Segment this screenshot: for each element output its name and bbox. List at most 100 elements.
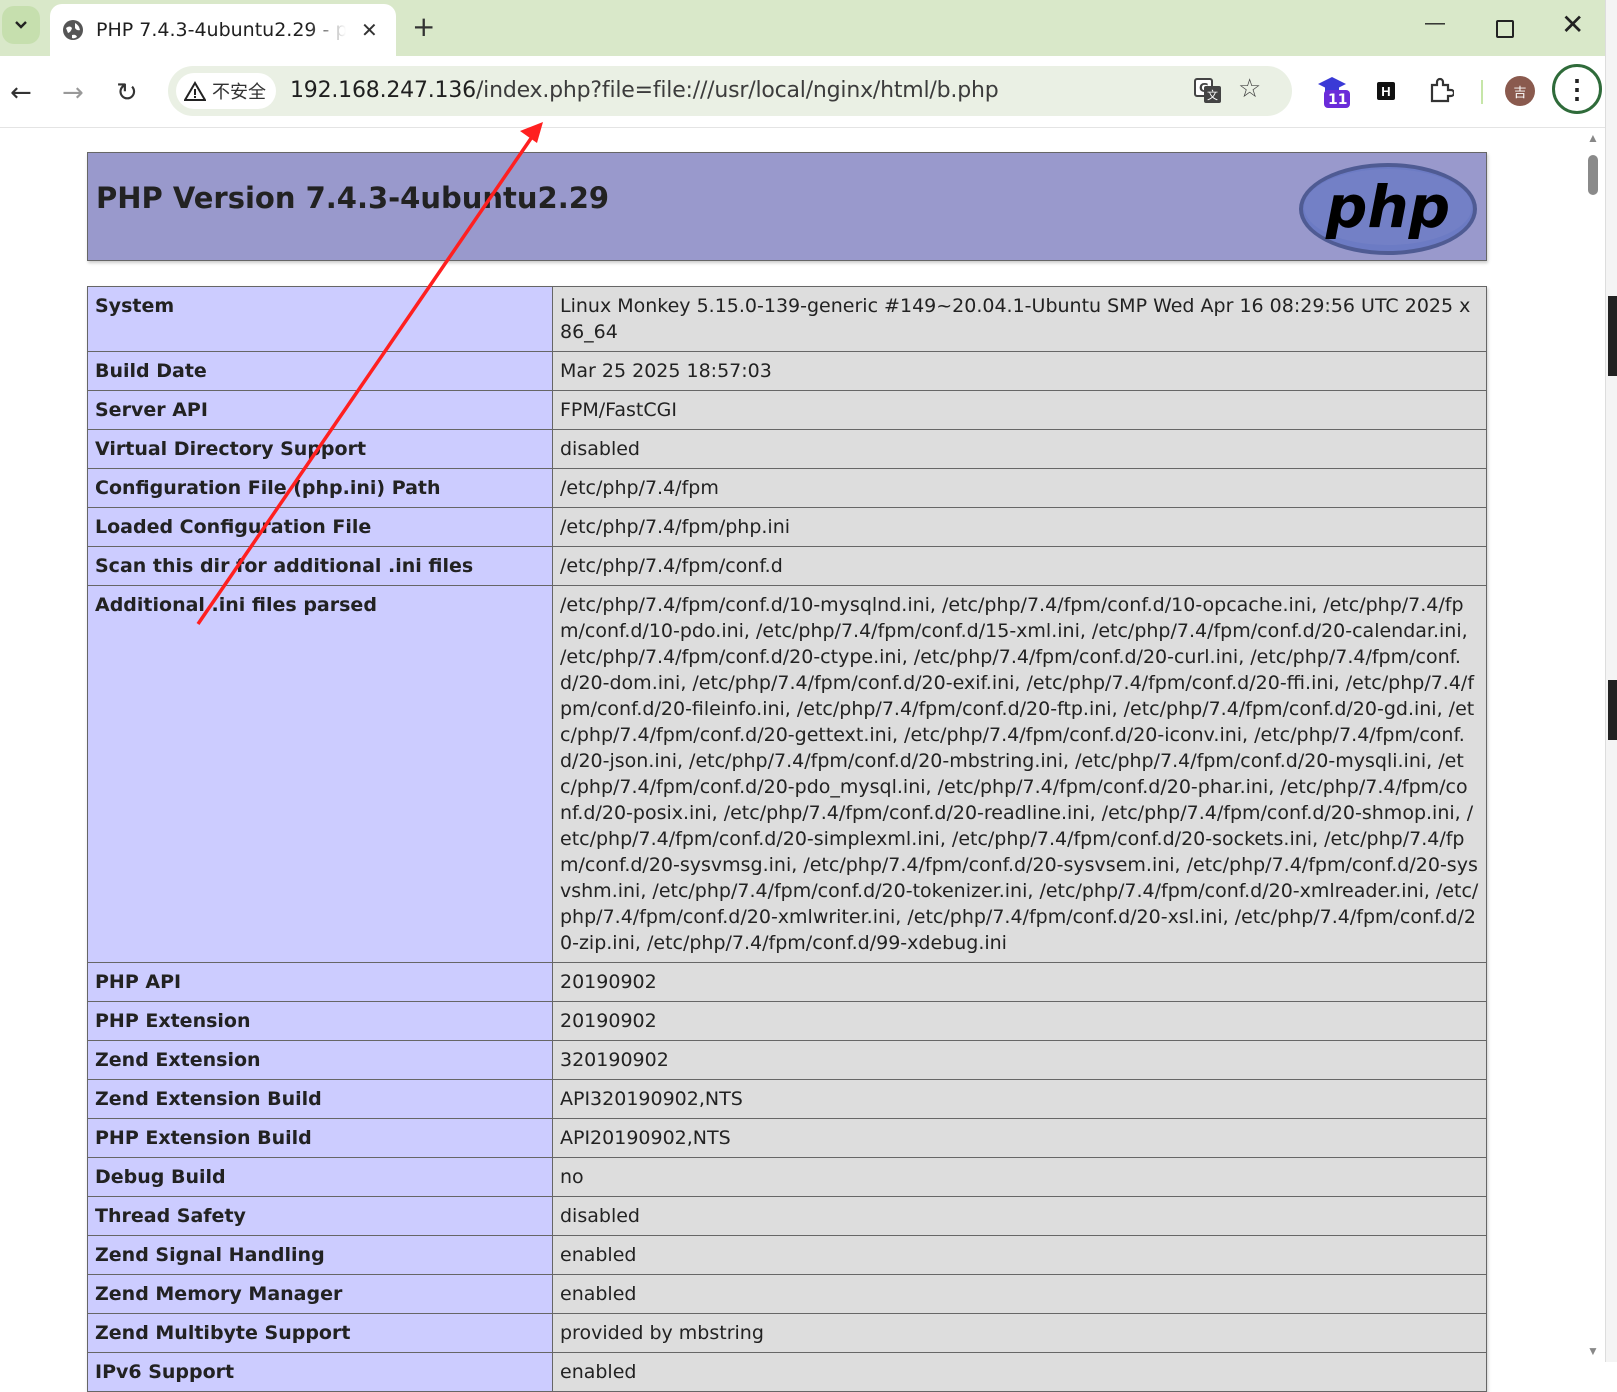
table-row: Configuration File (php.ini) Path/etc/ph… (87, 468, 1487, 508)
browser-toolbar: ← → ↻ 不安全 192.168.247.136/index.php?file… (0, 56, 1617, 128)
security-chip[interactable]: 不安全 (176, 73, 276, 109)
row-label: PHP Extension (87, 1001, 553, 1041)
globe-icon (63, 20, 83, 40)
kebab-menu-icon: ⋮ (1564, 73, 1590, 104)
scroll-down-arrow-icon[interactable]: ▼ (1587, 1344, 1599, 1358)
table-row: Additional .ini files parsed/etc/php/7.4… (87, 585, 1487, 963)
row-label: PHP Extension Build (87, 1118, 553, 1158)
tab-phpinfo[interactable]: PHP 7.4.3-4ubuntu2.29 - phpinfo() ✕ (50, 4, 396, 56)
tab-title: PHP 7.4.3-4ubuntu2.29 - phpinfo() (96, 19, 346, 41)
row-label: Zend Signal Handling (87, 1235, 553, 1275)
row-value: 20190902 (552, 962, 1487, 1002)
row-value: /etc/php/7.4/fpm (552, 468, 1487, 508)
maximize-icon[interactable] (1496, 20, 1514, 38)
address-bar[interactable]: 不安全 192.168.247.136/index.php?file=file:… (168, 66, 1292, 116)
new-tab-button[interactable]: + (412, 10, 435, 43)
table-row: Zend Extension 320190902 (87, 1040, 1487, 1080)
row-label: Server API (87, 390, 553, 430)
minimize-icon[interactable]: — (1425, 12, 1445, 35)
security-label: 不安全 (212, 82, 266, 103)
table-row: Thread Safety disabled (87, 1196, 1487, 1236)
tab-strip: PHP 7.4.3-4ubuntu2.29 - phpinfo() ✕ + — … (0, 0, 1617, 56)
toolbar-divider (1481, 80, 1483, 104)
row-value: /etc/php/7.4/fpm/php.ini (552, 507, 1487, 547)
svg-text:文: 文 (1207, 88, 1218, 102)
table-row: Loaded Configuration File/etc/php/7.4/fp… (87, 507, 1487, 547)
window-close-icon[interactable]: ✕ (1561, 8, 1584, 41)
row-label: PHP API (87, 962, 553, 1002)
row-label: Debug Build (87, 1157, 553, 1197)
extension-badge: 11 (1328, 92, 1347, 108)
bookmark-star-icon[interactable]: ☆ (1238, 74, 1261, 104)
back-icon[interactable]: ← (10, 78, 32, 108)
extension-graduation-icon[interactable]: 11 (1316, 74, 1350, 110)
warning-icon (184, 81, 206, 101)
table-row: Build Date Mar 25 2025 18:57:03 (87, 351, 1487, 391)
row-label: Zend Multibyte Support (87, 1313, 553, 1353)
table-row: Server API FPM/FastCGI (87, 390, 1487, 430)
row-label: System (87, 286, 553, 352)
row-label: Zend Memory Manager (87, 1274, 553, 1314)
extensions-puzzle-icon[interactable] (1428, 77, 1454, 103)
url-host: 192.168.247.136 (290, 78, 476, 103)
row-value: 20190902 (552, 1001, 1487, 1041)
table-row: IPv6 Support enabled (87, 1352, 1487, 1392)
table-row: Scan this dir for additional .ini files /… (87, 546, 1487, 586)
table-row: Zend Memory Manager enabled (87, 1274, 1487, 1314)
row-value: /etc/php/7.4/fpm/conf.d/10-mysqlnd.ini, … (552, 585, 1487, 963)
phpinfo-table: System Linux Monkey 5.15.0-139-generic #1… (87, 286, 1487, 1392)
row-value: FPM/FastCGI (552, 390, 1487, 430)
row-value: disabled (552, 429, 1487, 469)
profile-avatar[interactable]: 吉 (1505, 76, 1535, 106)
table-row: System Linux Monkey 5.15.0-139-generic #1… (87, 286, 1487, 352)
table-row: Zend Extension Build API320190902,NTS (87, 1079, 1487, 1119)
url-text[interactable]: 192.168.247.136/index.php?file=file:///u… (290, 78, 999, 103)
php-logo[interactable]: php (1297, 161, 1479, 257)
row-value: /etc/php/7.4/fpm/conf.d (552, 546, 1487, 586)
scroll-up-arrow-icon[interactable]: ▲ (1587, 131, 1599, 145)
row-value: enabled (552, 1352, 1487, 1392)
row-value: Linux Monkey 5.15.0-139-generic #149~20.… (552, 286, 1487, 352)
browser-menu-button[interactable]: ⋮ (1552, 64, 1602, 114)
row-value: disabled (552, 1196, 1487, 1236)
page-title: PHP Version 7.4.3-4ubuntu2.29 (96, 181, 610, 215)
extension-h-icon[interactable]: H (1377, 82, 1395, 100)
table-row: PHP API 20190902 (87, 962, 1487, 1002)
row-value: provided by mbstring (552, 1313, 1487, 1353)
profile-initial: 吉 (1513, 84, 1527, 100)
row-value: Mar 25 2025 18:57:03 (552, 351, 1487, 391)
row-label: Configuration File (php.ini) Path (87, 468, 553, 508)
chevron-down-icon (15, 21, 27, 29)
row-label: Scan this dir for additional .ini files (87, 546, 553, 586)
url-path: /index.php?file=file:///usr/local/nginx/… (475, 78, 999, 103)
row-value: enabled (552, 1274, 1487, 1314)
reload-icon[interactable]: ↻ (116, 78, 138, 108)
row-label: Thread Safety (87, 1196, 553, 1236)
row-value: no (552, 1157, 1487, 1197)
row-value: 320190902 (552, 1040, 1487, 1080)
row-value: enabled (552, 1235, 1487, 1275)
table-row: PHP Extension 20190902 (87, 1001, 1487, 1041)
table-row: Zend Signal Handling enabled (87, 1235, 1487, 1275)
table-row: Debug Build no (87, 1157, 1487, 1197)
row-label: IPv6 Support (87, 1352, 553, 1392)
row-label: Zend Extension (87, 1040, 553, 1080)
row-value: API320190902,NTS (552, 1079, 1487, 1119)
phpinfo-header: PHP Version 7.4.3-4ubuntu2.29 php (87, 152, 1487, 261)
page-scrollbar[interactable]: ▲ ▼ (1583, 128, 1603, 1362)
row-label: Additional .ini files parsed (87, 585, 553, 963)
row-label: Loaded Configuration File (87, 507, 553, 547)
close-tab-icon[interactable]: ✕ (361, 18, 378, 42)
forward-icon[interactable]: → (62, 78, 84, 108)
tab-search-button[interactable] (2, 6, 40, 44)
table-row: Virtual Directory Support disabled (87, 429, 1487, 469)
row-value: API20190902,NTS (552, 1118, 1487, 1158)
translate-icon[interactable]: G 文 (1194, 78, 1222, 104)
table-row: PHP Extension Build API20190902,NTS (87, 1118, 1487, 1158)
scrollbar-thumb[interactable] (1588, 155, 1598, 195)
row-label: Zend Extension Build (87, 1079, 553, 1119)
row-label: Virtual Directory Support (87, 429, 553, 469)
extension-h-label: H (1381, 83, 1391, 99)
row-label: Build Date (87, 351, 553, 391)
table-row: Zend Multibyte Support provided by mbstri… (87, 1313, 1487, 1353)
